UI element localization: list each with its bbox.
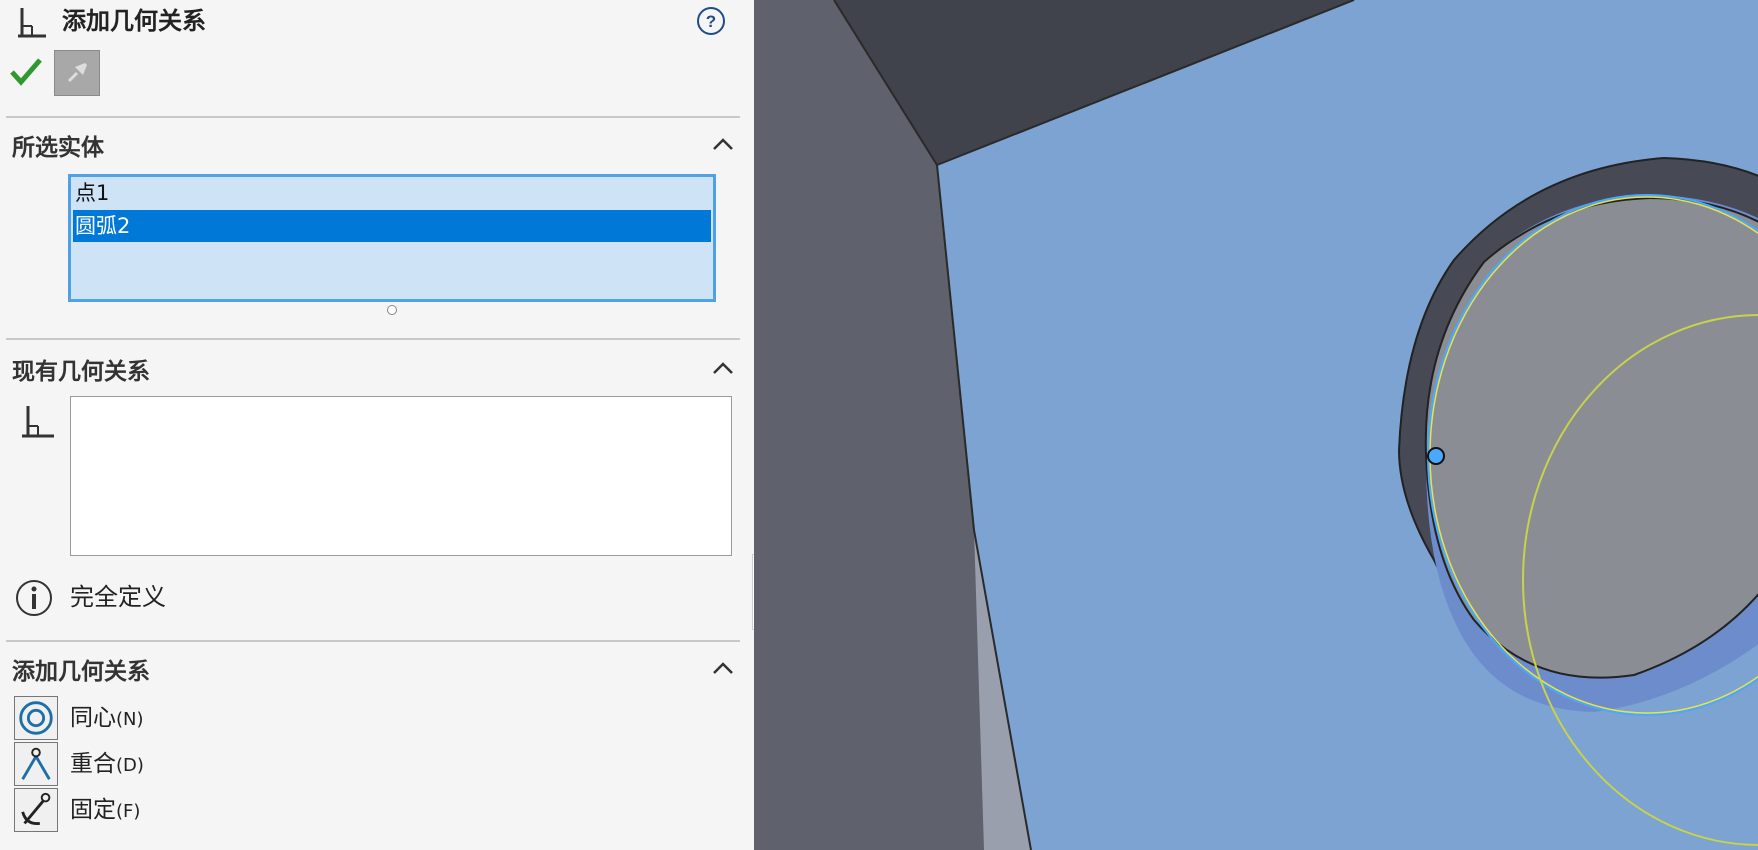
relation-shortcut-concentric: (N) (116, 709, 144, 730)
collapse-chevron-icon[interactable] (710, 659, 736, 677)
relation-option-concentric[interactable]: 同心(N) (12, 696, 732, 740)
list-item-arc2[interactable]: 圆弧2 (73, 210, 711, 242)
coincident-icon (14, 742, 58, 786)
divider (6, 116, 740, 118)
relation-label-fix: 固定 (70, 797, 116, 823)
section-header-selected-entities: 所选实体 (12, 135, 104, 161)
pin-button[interactable] (54, 50, 100, 96)
perpendicular-relation-icon (22, 406, 54, 438)
divider (6, 640, 740, 642)
section-header-add-relations: 添加几何关系 (12, 659, 150, 685)
list-resize-handle[interactable] (387, 305, 397, 315)
fix-anchor-icon (14, 788, 58, 832)
selected-entities-list[interactable]: 点1 圆弧2 (68, 174, 716, 302)
relation-option-coincident[interactable]: 重合(D) (12, 742, 732, 786)
relation-option-fix[interactable]: 固定(F) (12, 788, 732, 832)
collapse-chevron-icon[interactable] (710, 359, 736, 377)
info-icon (16, 580, 52, 616)
pushpin-icon (67, 63, 87, 83)
model-canvas[interactable] (754, 0, 1758, 850)
perpendicular-relation-icon (18, 8, 46, 38)
divider (6, 338, 740, 340)
help-icon[interactable]: ? (696, 6, 726, 36)
existing-relations-list[interactable] (70, 396, 732, 556)
svg-text:?: ? (706, 12, 716, 31)
section-header-existing-relations: 现有几何关系 (12, 359, 150, 385)
property-manager-panel: 添加几何关系 ? 所选实体 点1 圆弧2 现有几何关系 完全定义 添加几何关系 … (0, 0, 754, 850)
list-item-point1[interactable]: 点1 (73, 177, 711, 209)
relation-label-coincident: 重合 (70, 751, 116, 777)
collapse-chevron-icon[interactable] (710, 135, 736, 153)
relation-shortcut-coincident: (D) (116, 755, 144, 776)
center-point[interactable] (1427, 447, 1445, 465)
ok-checkmark-button[interactable] (8, 54, 44, 90)
relation-shortcut-fix: (F) (116, 801, 141, 822)
concentric-icon (14, 696, 58, 740)
definition-status-text: 完全定义 (70, 583, 166, 611)
panel-title: 添加几何关系 (62, 7, 206, 35)
relation-label-concentric: 同心 (70, 705, 116, 731)
graphics-viewport[interactable] (754, 0, 1758, 850)
